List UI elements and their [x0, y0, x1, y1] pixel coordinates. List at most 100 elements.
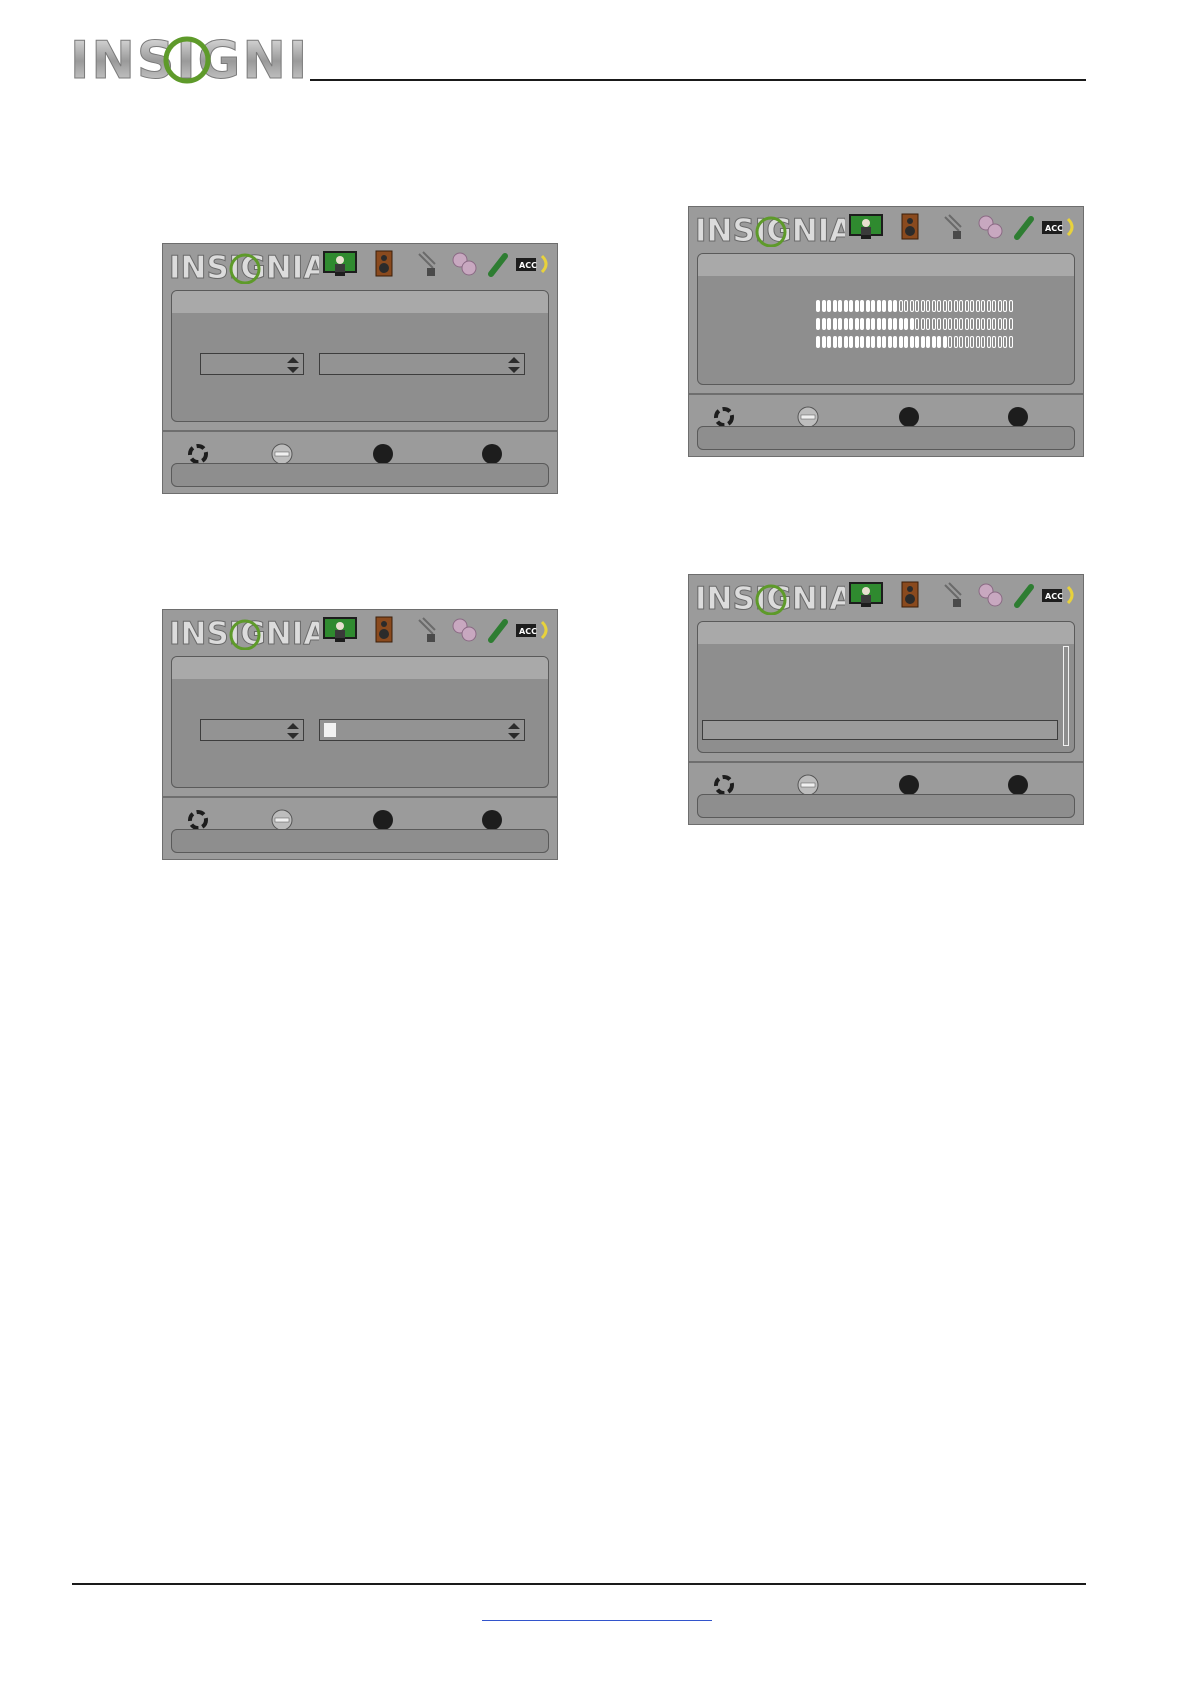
signal-segment	[832, 336, 837, 348]
enter-icon	[797, 774, 819, 796]
signal-segment	[898, 300, 903, 312]
signal-segment	[986, 336, 991, 348]
status-strip	[171, 463, 549, 487]
footer-link[interactable]	[482, 1620, 712, 1621]
signal-segment	[898, 318, 903, 330]
menu-icon	[373, 810, 393, 830]
signal-segment	[937, 336, 941, 348]
channels-antenna-icon[interactable]	[415, 250, 439, 278]
settings-gears-icon[interactable]	[451, 250, 477, 278]
channels-antenna-icon[interactable]	[415, 616, 439, 644]
audio-speaker-icon[interactable]	[901, 213, 919, 241]
up-down-arrows-icon	[287, 723, 299, 739]
up-down-arrows-icon	[508, 357, 520, 373]
picture-icon[interactable]	[323, 250, 357, 278]
menu-icon-bar: ACC	[849, 581, 1079, 611]
signal-segment	[953, 300, 958, 312]
menu-panel	[171, 290, 549, 422]
audio-speaker-icon[interactable]	[375, 616, 393, 644]
signal-segment	[964, 300, 969, 312]
tv-menu-screen-1: INSIGNIA ACC	[162, 243, 558, 494]
move-icon	[714, 775, 734, 795]
menu-panel	[171, 656, 549, 788]
signal-segment	[882, 300, 886, 312]
option-selector-right[interactable]	[319, 353, 525, 375]
usb-photos-icon[interactable]	[1013, 581, 1035, 609]
screen-brand-logo: INSIGNIA	[169, 250, 328, 289]
up-down-arrows-icon	[287, 357, 299, 373]
signal-segment	[915, 318, 919, 330]
signal-strength-bar	[816, 318, 1016, 331]
audio-speaker-icon[interactable]	[375, 250, 393, 278]
signal-segment	[904, 336, 908, 348]
channels-antenna-icon[interactable]	[941, 581, 965, 609]
signal-segment	[865, 318, 870, 330]
acc-icon[interactable]: ACC	[515, 250, 553, 278]
menu-icon-bar: ACC	[323, 250, 553, 280]
acc-icon[interactable]: ACC	[1041, 213, 1079, 241]
status-strip	[171, 829, 549, 853]
picture-icon[interactable]	[849, 213, 883, 241]
audio-speaker-icon[interactable]	[901, 581, 919, 609]
settings-gears-icon[interactable]	[977, 213, 1003, 241]
signal-segment	[876, 318, 881, 330]
menu-icon-bar: ACC	[849, 213, 1079, 243]
signal-segment	[970, 336, 974, 348]
usb-photos-icon[interactable]	[487, 616, 509, 644]
status-strip	[697, 794, 1075, 818]
signal-segment	[926, 300, 930, 312]
signal-segment	[942, 300, 947, 312]
option-selector-left[interactable]	[200, 719, 304, 741]
signal-segment	[887, 336, 892, 348]
usb-photos-icon[interactable]	[487, 250, 509, 278]
signal-segment	[937, 318, 941, 330]
signal-segment	[926, 318, 930, 330]
signal-segment	[909, 318, 914, 330]
signal-segment	[838, 318, 842, 330]
signal-segment	[816, 300, 820, 312]
signal-segment	[970, 300, 974, 312]
settings-gears-icon[interactable]	[451, 616, 477, 644]
signal-segment	[832, 318, 837, 330]
picture-icon[interactable]	[323, 616, 357, 644]
signal-segment	[821, 300, 826, 312]
settings-gears-icon[interactable]	[977, 581, 1003, 609]
signal-segment	[931, 300, 936, 312]
signal-segment	[854, 300, 859, 312]
channels-antenna-icon[interactable]	[941, 213, 965, 241]
signal-segment	[975, 318, 980, 330]
acc-icon[interactable]: ACC	[515, 616, 553, 644]
usb-photos-icon[interactable]	[1013, 213, 1035, 241]
list-scrollbar[interactable]	[1063, 646, 1069, 746]
signal-segment	[838, 336, 842, 348]
picture-icon[interactable]	[849, 581, 883, 609]
signal-segment	[920, 300, 925, 312]
signal-segment	[986, 318, 991, 330]
footer-rule	[72, 1583, 1086, 1585]
acc-icon[interactable]: ACC	[1041, 581, 1079, 609]
signal-segment	[871, 318, 875, 330]
signal-segment	[865, 336, 870, 348]
text-cursor	[324, 723, 336, 737]
signal-segment	[964, 318, 969, 330]
signal-segment	[843, 336, 848, 348]
signal-segment	[964, 336, 969, 348]
text-entry-field[interactable]	[319, 719, 525, 741]
list-item-highlighted[interactable]	[702, 720, 1058, 740]
signal-segment	[959, 300, 963, 312]
enter-icon	[271, 809, 293, 831]
signal-segment	[854, 318, 859, 330]
signal-segment	[931, 318, 936, 330]
svg-text:ACC: ACC	[1045, 592, 1063, 601]
signal-segment	[843, 318, 848, 330]
option-selector-left[interactable]	[200, 353, 304, 375]
signal-segment	[876, 300, 881, 312]
move-icon	[188, 444, 208, 464]
exit-icon	[482, 444, 502, 464]
signal-segment	[992, 300, 996, 312]
signal-segment	[1003, 336, 1007, 348]
screen-brand-logo: INSIGNIA	[169, 616, 328, 655]
menu-top-area: INSIGNIA ACC	[163, 244, 557, 432]
signal-segment	[904, 300, 908, 312]
nav-bar	[163, 437, 557, 493]
